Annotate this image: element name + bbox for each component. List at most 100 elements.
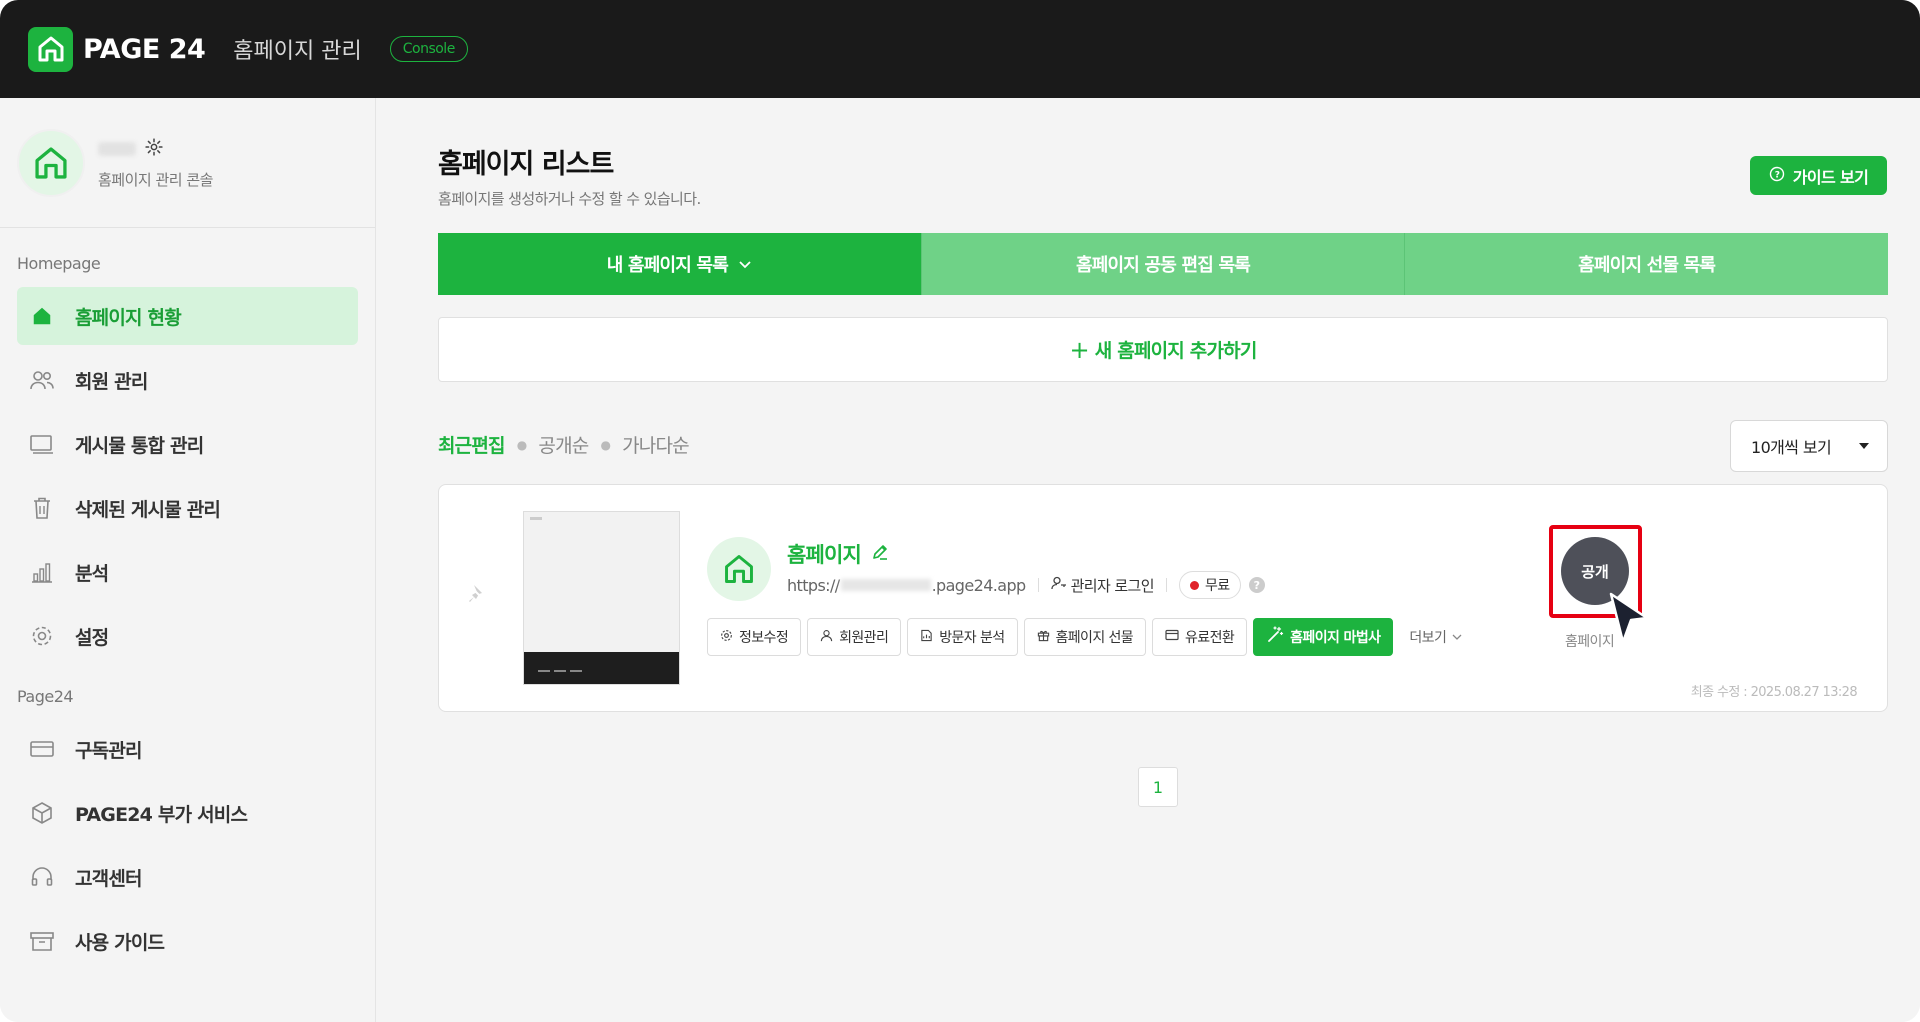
sort-separator: ● <box>600 437 611 452</box>
bar-chart-icon <box>29 559 55 585</box>
trash-icon <box>29 495 55 521</box>
sidebar-item-posts[interactable]: 게시물 통합 관리 <box>17 415 358 473</box>
home-logo-icon[interactable] <box>28 26 73 72</box>
more-button[interactable]: 더보기 <box>1409 627 1462 647</box>
user-key-icon <box>1050 576 1067 594</box>
sidebar-item-label: 게시물 통합 관리 <box>75 434 204 457</box>
status-dot <box>1189 580 1199 590</box>
sidebar-item-customer-center[interactable]: 고객센터 <box>17 848 358 906</box>
page24-menu: 구독관리 PAGE24 부가 서비스 고객센터 사용 가이드 <box>0 720 375 970</box>
admin-login-label: 관리자 로그인 <box>1070 576 1155 595</box>
sort-recent[interactable]: 최근편집 <box>438 431 506 458</box>
home-icon <box>29 303 55 329</box>
last-edited-timestamp: 최종 수정 : 2025.08.27 13:28 <box>1690 685 1858 700</box>
avatar <box>17 128 85 197</box>
monitor-icon <box>29 431 55 457</box>
sort-alphabetical[interactable]: 가나다순 <box>622 431 690 458</box>
meta-divider <box>1165 578 1167 592</box>
edit-info-button[interactable]: 정보수정 <box>707 618 802 656</box>
per-page-select[interactable]: 10개씩 보기 <box>1730 420 1888 472</box>
page-number-button[interactable]: 1 <box>1138 767 1178 807</box>
thumbnail-line <box>538 670 550 672</box>
sidebar-item-homepage-status[interactable]: 홈페이지 현황 <box>17 287 358 345</box>
app-window: PAGE 24 홈페이지 관리 Console 홈페이지 관리 콘솔 Homep… <box>0 0 1920 1022</box>
page-title: 홈페이지 리스트 <box>438 149 614 180</box>
homepage-menu: 홈페이지 현황 회원 관리 게시물 통합 관리 삭제된 게시물 관리 분석 설정 <box>0 287 375 665</box>
section-label-page24: Page24 <box>17 687 74 706</box>
guide-button[interactable]: ? 가이드 보기 <box>1750 156 1887 195</box>
more-label: 더보기 <box>1409 630 1447 646</box>
users-icon <box>29 367 55 393</box>
add-homepage-button[interactable]: + 새 홈페이지 추가하기 <box>438 317 1888 382</box>
tab-my-homepages[interactable]: 내 홈페이지 목록 <box>438 233 922 295</box>
homepage-thumbnail[interactable] <box>523 511 680 685</box>
sidebar-item-label: PAGE24 부가 서비스 <box>75 803 248 826</box>
box-icon <box>29 800 55 826</box>
card-icon <box>1165 629 1179 645</box>
tab-label: 홈페이지 선물 목록 <box>1578 255 1716 276</box>
sidebar-item-deleted-posts[interactable]: 삭제된 게시물 관리 <box>17 479 358 537</box>
chevron-down-icon <box>1452 629 1462 645</box>
top-bar: PAGE 24 홈페이지 관리 Console <box>0 0 1920 98</box>
sidebar-item-label: 고객센터 <box>75 867 143 890</box>
per-page-value: 10개씩 보기 <box>1751 438 1832 457</box>
upgrade-paid-button[interactable]: 유료전환 <box>1152 618 1248 656</box>
mouse-cursor-icon <box>1609 592 1649 644</box>
tab-shared-editing[interactable]: 홈페이지 공동 편집 목록 <box>921 233 1406 295</box>
sidebar-item-settings[interactable]: 설정 <box>17 607 358 665</box>
homepage-wizard-button[interactable]: 홈페이지 마법사 <box>1253 618 1394 656</box>
meta-divider <box>1037 578 1039 592</box>
sidebar-item-analytics[interactable]: 분석 <box>17 543 358 601</box>
sort-public[interactable]: 공개순 <box>538 431 589 458</box>
sidebar-item-label: 삭제된 게시물 관리 <box>75 498 221 521</box>
sidebar: 홈페이지 관리 콘솔 Homepage 홈페이지 현황 회원 관리 게시물 통합… <box>0 98 376 1022</box>
help-circle-icon: ? <box>1769 166 1785 186</box>
sidebar-item-user-guide[interactable]: 사용 가이드 <box>17 912 358 970</box>
action-label: 회원관리 <box>839 630 889 646</box>
profile-name-masked <box>98 142 136 156</box>
thumbnail-line <box>554 670 566 672</box>
sidebar-item-label: 구독관리 <box>75 739 143 762</box>
site-url[interactable]: https:// .page24.app <box>787 576 1026 595</box>
action-label: 정보수정 <box>739 630 789 646</box>
gear-icon <box>29 623 55 649</box>
profile-subtitle: 홈페이지 관리 콘솔 <box>98 171 213 189</box>
sidebar-item-label: 홈페이지 현황 <box>75 306 182 329</box>
tab-gifts[interactable]: 홈페이지 선물 목록 <box>1405 233 1889 295</box>
sidebar-item-members[interactable]: 회원 관리 <box>17 351 358 409</box>
sidebar-item-label: 회원 관리 <box>75 370 148 393</box>
sidebar-item-subscription[interactable]: 구독관리 <box>17 720 358 778</box>
url-masked <box>840 579 931 591</box>
url-prefix: https:// <box>787 575 840 595</box>
pin-icon[interactable] <box>465 581 491 607</box>
visitor-analytics-button[interactable]: 방문자 분석 <box>907 618 1018 656</box>
admin-login-link[interactable]: 관리자 로그인 <box>1050 575 1155 596</box>
thumbnail-line <box>570 670 582 672</box>
section-label-homepage: Homepage <box>17 254 101 273</box>
gift-icon <box>1037 629 1050 646</box>
console-badge: Console <box>389 36 468 62</box>
document-chart-icon <box>920 629 933 646</box>
question-icon[interactable]: ? <box>1248 577 1265 593</box>
sidebar-item-label: 분석 <box>75 562 109 585</box>
plan-label: 무료 <box>1204 578 1230 594</box>
add-homepage-label: 새 홈페이지 추가하기 <box>1094 340 1258 362</box>
sidebar-item-addon-services[interactable]: PAGE24 부가 서비스 <box>17 784 358 842</box>
profile: 홈페이지 관리 콘솔 <box>0 98 375 228</box>
action-label: 방문자 분석 <box>939 630 1005 646</box>
homepage-gift-button[interactable]: 홈페이지 선물 <box>1023 618 1147 656</box>
profile-gear-icon[interactable] <box>144 137 164 161</box>
site-name[interactable]: 홈페이지 <box>787 539 889 569</box>
action-label: 홈페이지 선물 <box>1055 630 1134 646</box>
logo-text[interactable]: PAGE 24 <box>83 34 206 65</box>
homepage-card: 홈페이지 https:// .page24.app 관리자 로그인 무료 ? 정… <box>438 484 1888 712</box>
magic-wand-icon <box>1266 626 1284 648</box>
main-content: 홈페이지 리스트 홈페이지를 생성하거나 수정 할 수 있습니다. ? 가이드 … <box>376 98 1920 1022</box>
action-label: 유료전환 <box>1185 630 1235 646</box>
site-actions: 정보수정 회원관리 방문자 분석 홈페이지 선물 유료전환 홈페이지 마법사 더… <box>707 618 1462 656</box>
member-manage-button[interactable]: 회원관리 <box>807 618 902 656</box>
site-name-text: 홈페이지 <box>787 543 862 567</box>
card-icon <box>29 736 55 762</box>
edit-pencil-icon[interactable] <box>871 542 889 566</box>
site-meta: https:// .page24.app 관리자 로그인 무료 ? <box>787 570 1265 600</box>
